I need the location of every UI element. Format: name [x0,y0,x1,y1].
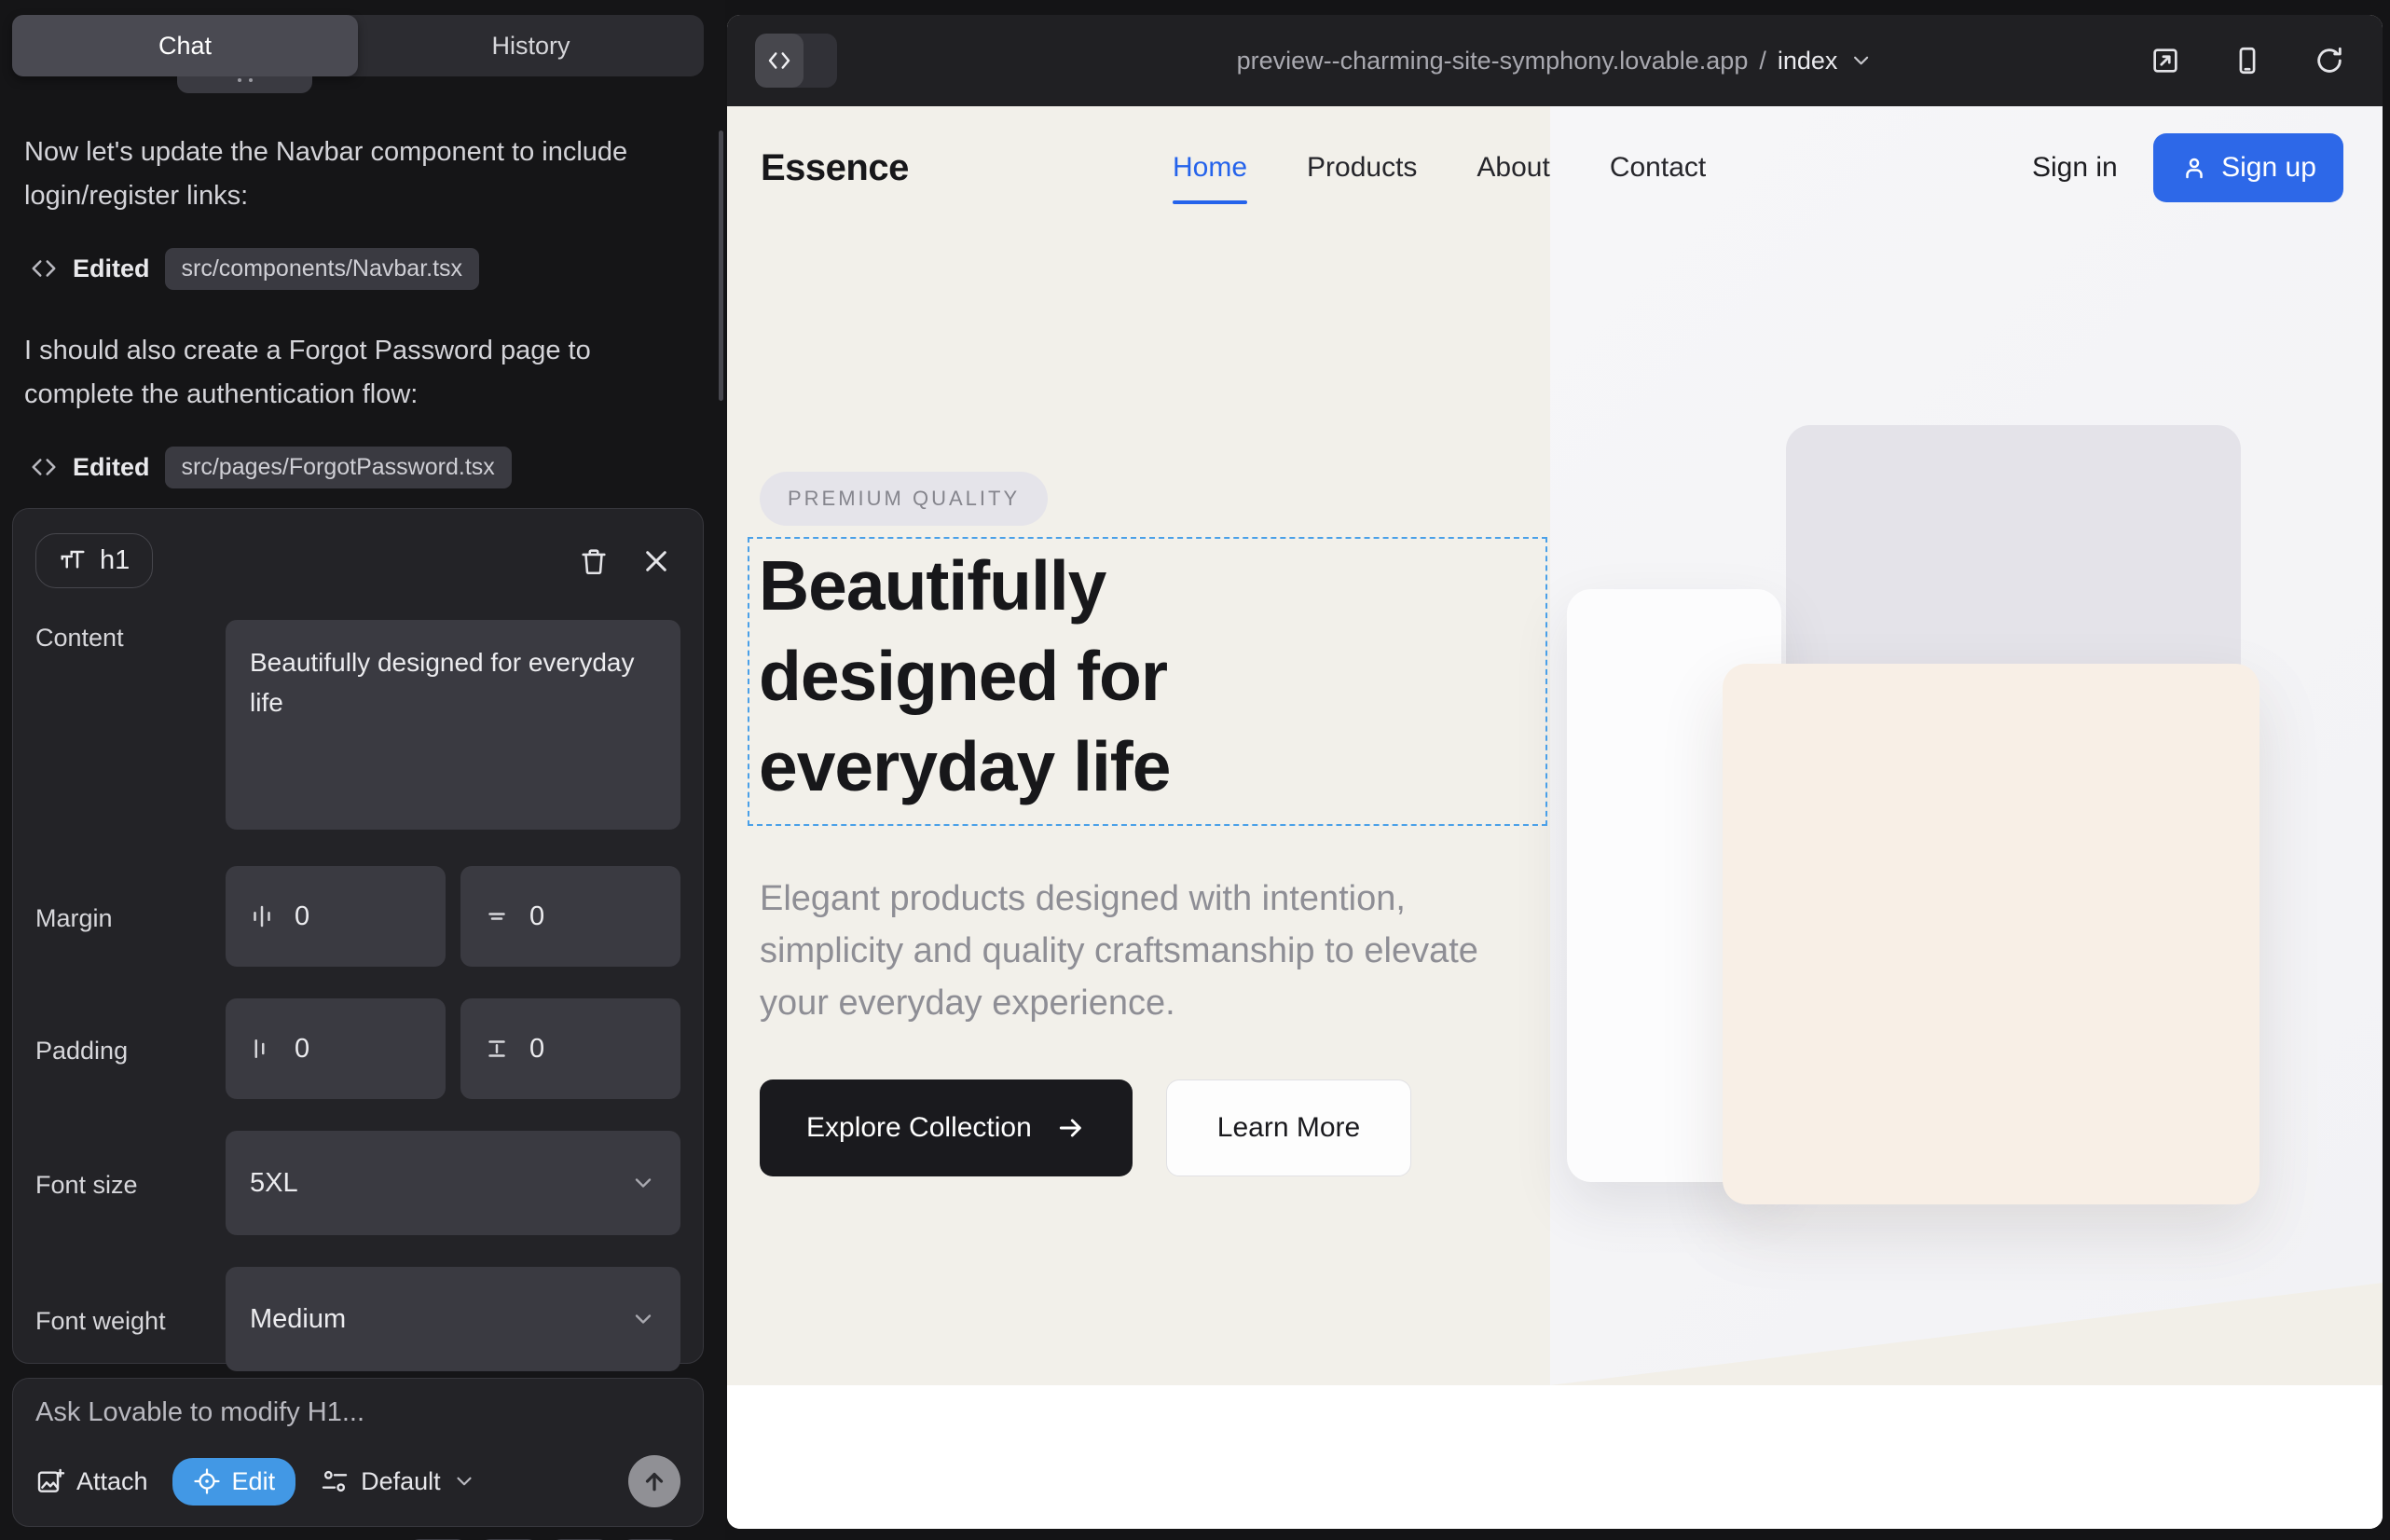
sign-in-link[interactable]: Sign in [2032,152,2118,184]
premium-quality-badge: PREMIUM QUALITY [760,472,1048,526]
edit-mode-button[interactable]: Edit [172,1458,296,1506]
content-label: Content [35,620,226,653]
explore-collection-button[interactable]: Explore Collection [760,1079,1133,1176]
padding-y-value: 0 [529,1034,544,1065]
nav-products[interactable]: Products [1307,152,1417,184]
delete-element-button[interactable] [569,536,619,586]
font-size-select[interactable]: 5XL [226,1131,680,1235]
nav-contact[interactable]: Contact [1610,152,1706,184]
edited-file-chip[interactable]: src/components/Navbar.tsx [165,248,480,290]
chat-input[interactable] [35,1397,680,1428]
chat-input-card: Attach Edit Default [12,1378,704,1527]
chevron-down-icon [630,1170,656,1196]
margin-label: Margin [35,901,226,933]
chevron-down-icon [452,1469,476,1493]
user-icon [2180,154,2208,182]
preview-toolbar: preview--charming-site-symphony.lovable.… [727,15,2383,106]
nav-about[interactable]: About [1477,152,1549,184]
code-view-toggle[interactable] [755,34,837,88]
font-weight-value: Medium [250,1304,346,1335]
edited-label: Edited [73,453,150,482]
open-external-button[interactable] [2140,35,2191,86]
url-domain: preview--charming-site-symphony.lovable.… [1237,47,1749,76]
decor-card-cream [1723,664,2260,1204]
chevron-down-icon [630,1306,656,1332]
h1-selection-outline[interactable]: Beautifully designed for everyday life [748,537,1547,826]
sign-up-label: Sign up [2221,152,2316,184]
tab-history[interactable]: History [358,15,704,76]
sliders-icon [320,1466,350,1496]
code-icon [755,34,804,88]
margin-x-value: 0 [295,901,309,932]
edited-file-row: Edited src/pages/ForgotPassword.tsx [30,447,695,488]
mobile-view-button[interactable] [2222,35,2273,86]
explore-collection-label: Explore Collection [806,1112,1032,1144]
scrolled-chip [177,76,312,93]
code-icon [30,453,58,481]
typography-icon [59,547,87,575]
hero-description: Elegant products designed with intention… [760,873,1505,1030]
content-input[interactable]: Beautifully designed for everyday life [226,620,680,830]
edit-label: Edit [232,1467,276,1496]
arrow-right-icon [1056,1113,1086,1143]
margin-x-icon [248,902,276,930]
chat-scrollbar[interactable] [719,131,723,401]
margin-y-input[interactable]: 0 [460,866,680,967]
default-label: Default [361,1467,441,1496]
padding-y-input[interactable]: 0 [460,998,680,1099]
padding-x-input[interactable]: 0 [226,998,446,1099]
close-editor-button[interactable] [632,537,680,585]
sign-up-button[interactable]: Sign up [2153,133,2343,202]
attach-button[interactable]: Attach [35,1466,148,1496]
preview-window: preview--charming-site-symphony.lovable.… [727,15,2383,1529]
selected-tag-label: h1 [100,545,130,576]
edited-label: Edited [73,254,150,283]
site-page: Essence Home Products About Contact Sign… [727,106,2383,1529]
element-editor-panel: h1 Content Beautifully designed for ever… [12,508,704,1364]
padding-y-icon [483,1035,511,1063]
code-icon [30,254,58,282]
hero-headline[interactable]: Beautifully designed for everyday life [759,541,1365,811]
chevron-down-icon [1848,48,1873,73]
attach-label: Attach [76,1467,148,1496]
font-weight-select[interactable]: Medium [226,1267,680,1371]
chat-history-tabs: Chat History [12,15,704,76]
tab-chat[interactable]: Chat [12,15,358,76]
target-icon [193,1467,221,1495]
font-size-label: Font size [35,1167,226,1200]
padding-x-value: 0 [295,1034,309,1065]
refresh-button[interactable] [2304,35,2355,86]
margin-x-input[interactable]: 0 [226,866,446,967]
padding-x-icon [248,1035,276,1063]
edited-file-chip[interactable]: src/pages/ForgotPassword.tsx [165,447,512,488]
learn-more-button[interactable]: Learn More [1166,1079,1411,1176]
lovable-sidebar: Chat History Now let's update the Navbar… [0,0,725,1540]
url-separator: / [1759,47,1766,76]
nav-home[interactable]: Home [1173,152,1247,184]
site-logo[interactable]: Essence [761,147,909,189]
selected-element-chip[interactable]: h1 [35,533,153,588]
app-window: Chat History Now let's update the Navbar… [0,0,2390,1540]
send-button[interactable] [628,1455,680,1507]
model-default-button[interactable]: Default [320,1466,476,1496]
font-size-value: 5XL [250,1168,298,1199]
url-path: index [1778,47,1838,76]
font-weight-label: Font weight [35,1303,226,1336]
padding-label: Padding [35,1033,226,1066]
margin-y-icon [483,902,511,930]
site-navbar: Essence Home Products About Contact Sign… [727,106,2383,229]
chat-messages: Now let's update the Navbar component to… [24,131,695,528]
url-bar[interactable]: preview--charming-site-symphony.lovable.… [1237,47,1874,76]
edited-file-row: Edited src/components/Navbar.tsx [30,248,695,290]
assistant-message: I should also create a Forgot Password p… [24,329,695,417]
attach-image-icon [35,1466,65,1496]
next-section [727,1385,2383,1529]
assistant-message: Now let's update the Navbar component to… [24,131,695,218]
margin-y-value: 0 [529,901,544,932]
